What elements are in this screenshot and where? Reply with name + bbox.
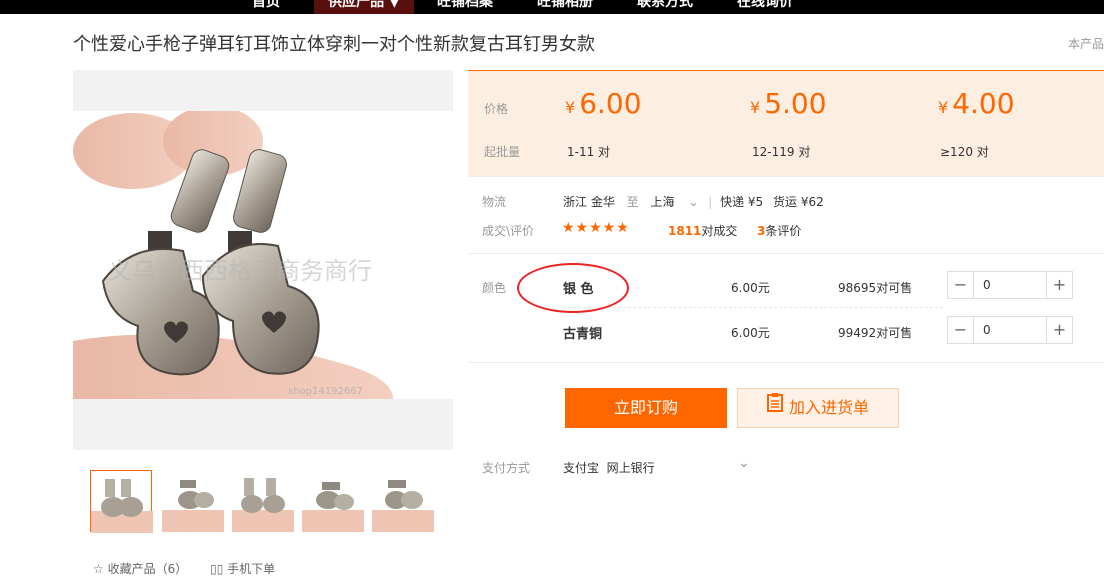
thumbnail-1[interactable] [90,470,153,533]
thumbnail-3[interactable] [232,470,294,532]
price-tier-2: ¥5.00 [750,87,827,120]
stock-suffix: 对可售 [876,281,913,295]
sku-stock-silver: 98695对可售 [838,279,912,296]
nav-item-label: 首页 [252,0,280,10]
payment-label: 支付方式 [482,461,531,475]
deals-count: 1811 [668,224,702,238]
logistics-row: 浙江 金华 至 上海 ⌄ | 快递 ¥5 货运 ¥62 [563,193,824,210]
sku-separator [563,307,943,308]
nav-item-album[interactable]: 旺铺相册 [530,0,600,14]
ship-to: 上海 [650,195,675,209]
qty-tier-1: 1-11 对 [567,145,611,159]
favorite-label: 收藏产品（6） [107,562,188,576]
ship-to-select[interactable]: 上海 ⌄ [651,195,705,209]
minus-button[interactable]: − [948,317,974,343]
plus-button[interactable]: + [1046,317,1072,343]
thumbnail-2[interactable] [162,470,224,532]
image-watermark: 义乌市西西格子商务商行 [108,257,372,285]
plus-button[interactable]: + [1046,272,1072,298]
ship-from: 浙江 金华 [563,195,615,209]
freight-fee: 货运 ¥62 [773,195,824,209]
divider [468,362,1104,363]
annotation-circle [517,263,629,313]
product-note: 本产品 [1067,37,1104,51]
sku-price-bronze: 6.00元 [731,326,770,340]
nav-item-profile[interactable]: 旺铺档案 [430,0,500,14]
nav-item-label: 供应产品 [328,0,385,10]
mobile-order-label: 手机下单 [227,562,276,576]
batch-label: 起批量 [484,145,521,159]
reviews-link[interactable]: 3条评价 [757,222,801,239]
price-label: 价格 [484,102,509,116]
thumbnail-image [232,478,294,532]
nav-item-label: 旺铺相册 [537,0,593,10]
main-product-image[interactable]: 义乌市西西格子商务商行 shop14192667 [73,70,453,450]
color-label: 颜色 [482,281,507,295]
quantity-input[interactable]: 0 [983,323,991,337]
add-to-cart-label: 加入进货单 [788,398,869,417]
price-tier-1: ¥6.00 [565,87,642,120]
thumbnail-image [372,480,434,532]
clipboard-icon [766,388,783,426]
stock-count: 99492 [838,326,877,340]
sku-stock-bronze: 99492对可售 [838,324,912,341]
product-photo: 义乌市西西格子商务商行 shop14192667 [73,106,453,399]
nav-item-label: 联系方式 [637,0,693,10]
rating-stars: ★★★★★ [562,220,630,236]
logistics-label: 物流 [482,195,507,209]
mobile-order-link[interactable]: ▯▯ 手机下单 [210,562,275,576]
sku-price-silver: 6.00元 [731,281,770,295]
price-value: 4.00 [952,87,1015,120]
product-title: 个性爱心手枪子弹耳钉耳饰立体穿刺一对个性新款复古耳钉男女款 [73,34,595,55]
qty-tier-3: ≥120 对 [940,145,989,159]
qty-tier-2: 12-119 对 [752,145,811,159]
thumbnail-image [91,479,153,533]
nav-item-label: 旺铺档案 [437,0,493,10]
qr-icon: ▯▯ [210,562,224,576]
stock-count: 98695 [838,281,877,295]
caret-down-icon: ▼ [389,0,400,10]
deals-count-link[interactable]: 1811对成交 [668,222,737,239]
currency-symbol: ¥ [938,98,949,117]
price-tier-3: ¥4.00 [938,87,1015,120]
nav-item-inquiry[interactable]: 在线询价 [730,0,800,14]
nav-item-products[interactable]: 供应产品 ▼ [314,0,414,14]
buy-now-button[interactable]: 立即订购 [565,388,727,428]
image-watermark-small: shop14192667 [288,386,363,397]
thumbnail-5[interactable] [372,470,434,532]
minus-button[interactable]: − [948,272,974,298]
add-to-cart-button[interactable]: 加入进货单 [737,388,899,428]
thumbnail-image [302,482,364,532]
price-value: 5.00 [764,87,827,120]
price-panel: 价格 起批量 ¥6.00 ¥5.00 ¥4.00 1-11 对 12-119 对… [468,70,1104,176]
stock-suffix: 对可售 [876,326,913,340]
thumbnail-4[interactable] [302,470,364,532]
payment-methods: 支付宝 网上银行 [563,461,655,475]
nav-item-contact[interactable]: 联系方式 [630,0,700,14]
price-value: 6.00 [579,87,642,120]
divider [468,176,1104,177]
payment-chevron-down-icon[interactable]: ⌄ [738,455,750,471]
star-icon: ☆ [93,562,104,576]
quantity-stepper-bronze: − 0 + [947,316,1073,344]
reviews-suffix: 条评价 [765,224,802,238]
quantity-stepper-silver: − 0 + [947,271,1073,299]
favorite-link[interactable]: ☆ 收藏产品（6） [93,562,187,576]
chevron-down-icon: ⌄ [688,195,699,209]
currency-symbol: ¥ [750,98,761,117]
top-nav: 首页 供应产品 ▼ 旺铺档案 旺铺相册 联系方式 在线询价 [0,0,1104,14]
sku-name-bronze: 古青铜 [563,327,603,342]
currency-symbol: ¥ [565,98,576,117]
separator: | [708,195,713,209]
thumbnail-image [162,480,224,532]
to-word: 至 [626,195,639,209]
quantity-input[interactable]: 0 [983,278,991,292]
nav-item-home[interactable]: 首页 [238,0,294,14]
deals-label: 成交\评价 [482,224,535,238]
express-fee: 快递 ¥5 [720,195,764,209]
divider [468,253,1104,254]
nav-item-label: 在线询价 [737,0,793,10]
deals-count-suffix: 对成交 [701,224,738,238]
